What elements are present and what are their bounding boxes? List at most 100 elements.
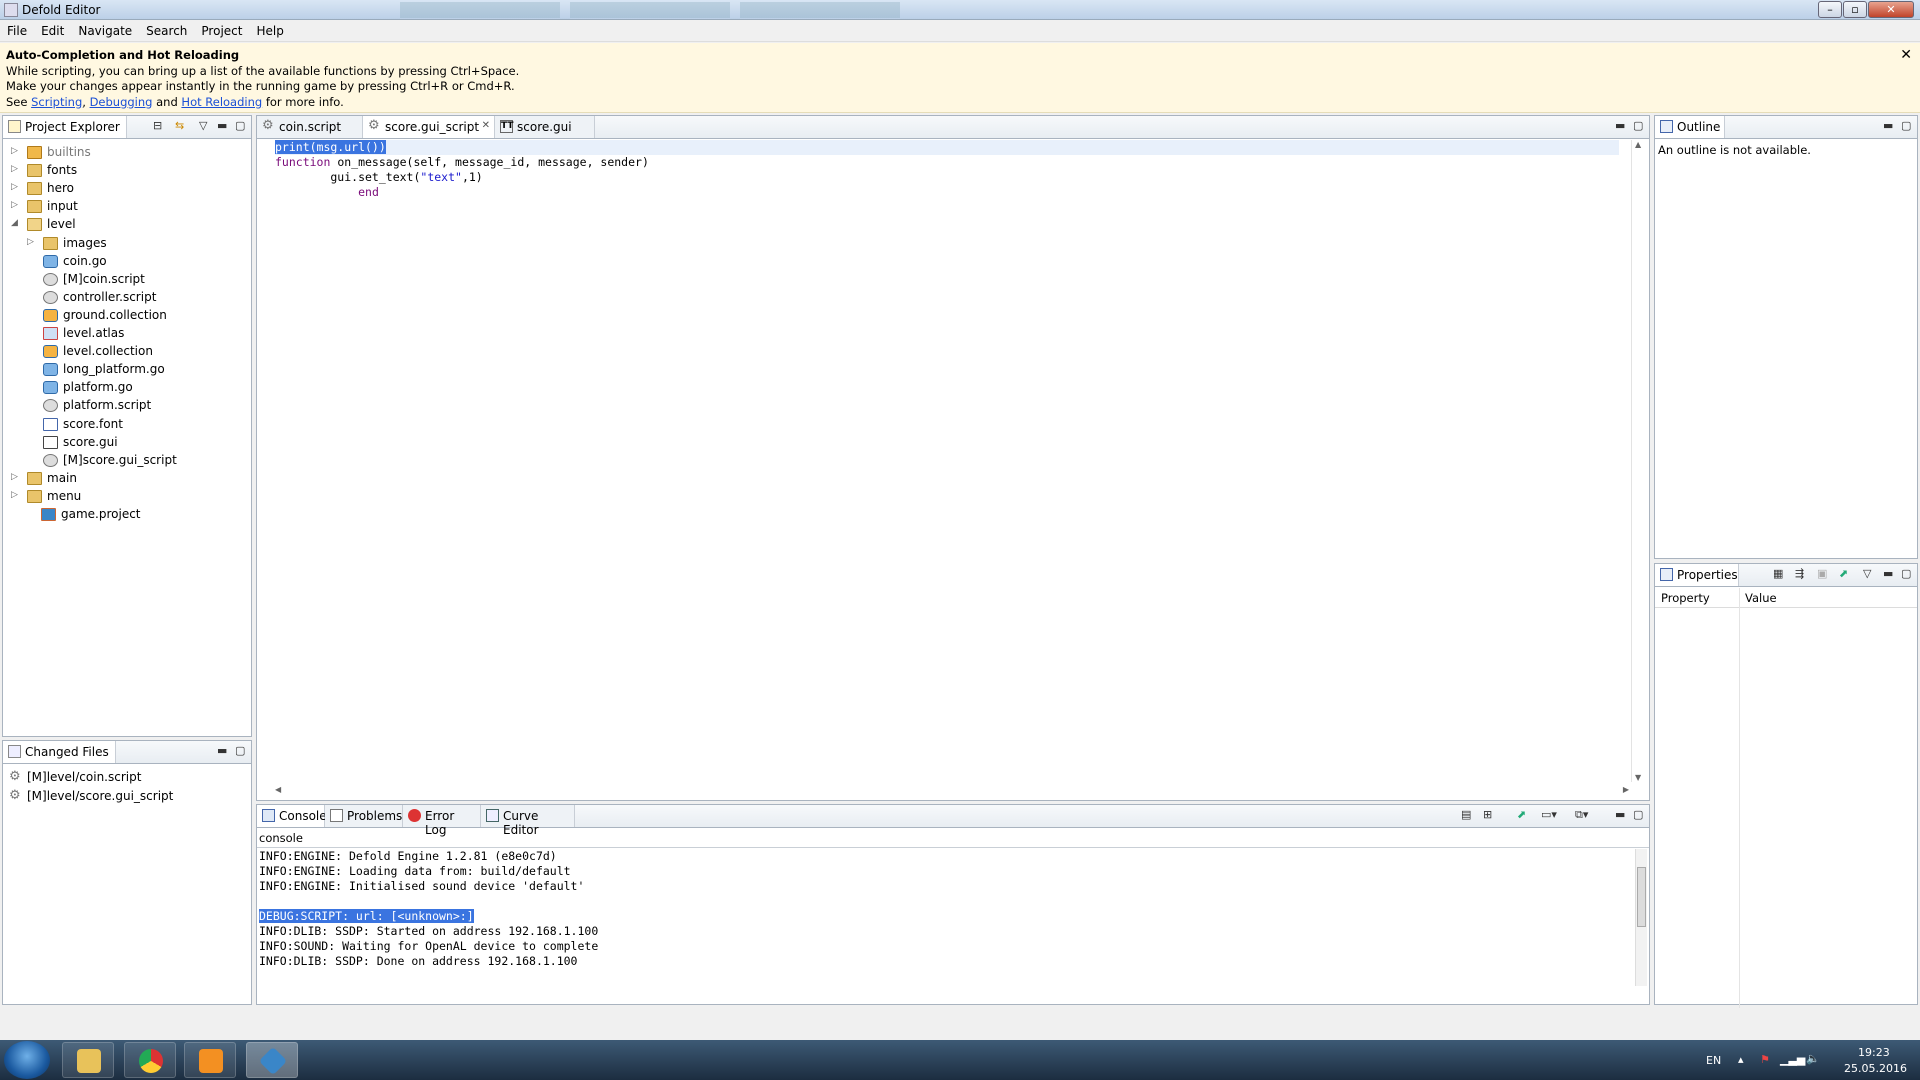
code-text: on_message(self, message_id, message, se… <box>330 155 649 169</box>
tab-curve-editor[interactable]: Curve Editor <box>481 805 575 837</box>
menu-edit[interactable]: Edit <box>34 20 71 38</box>
maximize-view-icon[interactable]: ▢ <box>235 744 245 757</box>
tab-outline[interactable]: Outline <box>1655 116 1725 138</box>
collapsed-arrow-icon[interactable]: ▷ <box>11 200 21 210</box>
close-banner-icon[interactable]: ✕ <box>1900 47 1912 64</box>
maximize-view-icon[interactable]: ▢ <box>1633 119 1643 132</box>
hot-reloading-link[interactable]: Hot Reloading <box>181 95 262 109</box>
game-object-icon <box>43 363 58 377</box>
maximize-view-icon[interactable]: ▢ <box>1901 119 1911 132</box>
console-vertical-scrollbar[interactable] <box>1635 849 1647 986</box>
tab-score-gui-script[interactable]: ⚙ score.gui_script ✕ <box>363 116 495 138</box>
open-console-icon[interactable]: ⧉▾ <box>1575 808 1588 822</box>
expanded-arrow-icon[interactable]: ◢ <box>11 218 21 228</box>
console-line: INFO:DLIB: SSDP: Done on address 192.168… <box>259 954 578 968</box>
folder-icon <box>77 1049 101 1073</box>
tab-project-explorer[interactable]: Project Explorer <box>3 116 127 138</box>
menu-project[interactable]: Project <box>194 20 249 38</box>
collapsed-arrow-icon[interactable]: ▷ <box>11 472 21 482</box>
network-icon[interactable]: ▁▃▅ <box>1780 1053 1805 1066</box>
scroll-right-icon[interactable]: ▶ <box>1623 785 1629 794</box>
show-hidden-icons-icon[interactable]: ▴ <box>1738 1053 1744 1066</box>
minimize-window-button[interactable]: – <box>1818 1 1842 18</box>
properties-title: Properties <box>1677 568 1738 582</box>
outline-empty-message: An outline is not available. <box>1658 143 1811 157</box>
tree-item-label: controller.script <box>63 289 157 304</box>
tab-changed-files[interactable]: Changed Files <box>3 741 116 763</box>
collapse-all-icon[interactable]: ⊟ <box>153 119 162 132</box>
scripting-link[interactable]: Scripting <box>31 95 82 109</box>
tab-score-gui[interactable]: TT score.gui <box>495 116 595 138</box>
collapsed-arrow-icon[interactable]: ▷ <box>27 237 37 247</box>
tree-item-label: menu <box>47 488 82 503</box>
minimize-view-icon[interactable]: ▬ <box>1883 567 1893 580</box>
start-button[interactable] <box>4 1041 50 1079</box>
menu-search[interactable]: Search <box>139 20 194 38</box>
maximize-view-icon[interactable]: ▢ <box>1901 567 1911 580</box>
tab-console[interactable]: Console <box>257 805 327 827</box>
action-center-flag-icon[interactable]: ⚑ <box>1760 1053 1770 1066</box>
clear-console-icon[interactable]: ▤ <box>1461 808 1471 821</box>
menu-file[interactable]: File <box>0 20 34 38</box>
scroll-down-icon[interactable]: ▼ <box>1635 773 1641 782</box>
close-window-button[interactable]: ✕ <box>1868 1 1914 18</box>
changed-file-label: [M]level/coin.script <box>27 770 142 784</box>
scroll-up-icon[interactable]: ▲ <box>1635 140 1641 149</box>
maximize-view-icon[interactable]: ▢ <box>1633 808 1643 821</box>
taskbar-chrome[interactable] <box>124 1042 176 1078</box>
minimize-view-icon[interactable]: ▬ <box>217 744 227 757</box>
show-advanced-icon[interactable]: ⇶ <box>1795 567 1804 580</box>
problems-icon <box>330 809 343 822</box>
collapsed-arrow-icon[interactable]: ▷ <box>11 146 21 156</box>
pin-console-icon[interactable]: ⬈ <box>1517 808 1526 821</box>
clock-time[interactable]: 19:23 <box>1858 1046 1890 1059</box>
minimize-view-icon[interactable]: ▬ <box>1883 119 1893 132</box>
code-line-4: end <box>275 185 1619 200</box>
selected-console-text: DEBUG:SCRIPT: url: [<unknown>:] <box>259 909 474 923</box>
minimize-view-icon[interactable]: ▬ <box>1615 808 1625 821</box>
collapsed-arrow-icon[interactable]: ▷ <box>11 182 21 192</box>
minimize-view-icon[interactable]: ▬ <box>1615 119 1625 132</box>
language-indicator[interactable]: EN <box>1706 1054 1721 1067</box>
menu-navigate[interactable]: Navigate <box>71 20 139 38</box>
clock-date[interactable]: 25.05.2016 <box>1844 1062 1907 1075</box>
maximize-view-icon[interactable]: ▢ <box>235 119 245 132</box>
tab-error-log[interactable]: Error Log <box>403 805 481 837</box>
view-menu-icon[interactable]: ▽ <box>1863 567 1871 580</box>
console-icon <box>262 809 275 822</box>
code-editor-panel: ⚙ coin.script ⚙ score.gui_script ✕ TT sc… <box>256 115 1650 801</box>
restore-default-icon[interactable]: ▣ <box>1817 567 1827 580</box>
tree-item-label: hero <box>47 181 74 196</box>
code-text-area[interactable]: print(msg.url()) function on_message(sel… <box>275 140 1619 782</box>
debugging-link[interactable]: Debugging <box>90 95 153 109</box>
collapsed-arrow-icon[interactable]: ▷ <box>11 490 21 500</box>
scroll-lock-icon[interactable]: ⊞ <box>1483 808 1492 821</box>
tab-coin-script[interactable]: ⚙ coin.script <box>257 116 363 138</box>
project-icon <box>41 508 56 521</box>
display-selected-console-icon[interactable]: ▭▾ <box>1541 808 1557 821</box>
volume-icon[interactable]: 🔈 <box>1806 1052 1820 1065</box>
show-categories-icon[interactable]: ▦ <box>1773 567 1783 580</box>
tab-problems[interactable]: Problems <box>325 805 403 827</box>
view-menu-icon[interactable]: ▽ <box>199 119 207 132</box>
menu-help[interactable]: Help <box>249 20 290 38</box>
code-line-1: print(msg.url()) <box>275 140 1619 155</box>
collapsed-arrow-icon[interactable]: ▷ <box>11 164 21 174</box>
tab-properties[interactable]: Properties <box>1655 564 1739 586</box>
error-log-icon <box>408 809 421 822</box>
close-tab-icon[interactable]: ✕ <box>482 120 490 131</box>
minimize-view-icon[interactable]: ▬ <box>217 119 227 132</box>
maximize-window-button[interactable]: ▫ <box>1843 1 1867 18</box>
taskbar-explorer[interactable] <box>62 1042 114 1078</box>
console-output[interactable]: INFO:ENGINE: Defold Engine 1.2.81 (e8e0c… <box>259 849 1635 986</box>
window-title: Defold Editor <box>22 3 101 17</box>
taskbar-defold[interactable] <box>246 1042 298 1078</box>
link-with-editor-icon[interactable]: ⇆ <box>175 119 184 132</box>
editor-vertical-scrollbar[interactable]: ▲ ▼ <box>1631 140 1645 782</box>
console-scroll-thumb[interactable] <box>1637 867 1646 927</box>
console-line: DEBUG:SCRIPT: url: [<unknown>:] <box>259 909 1635 924</box>
taskbar-media-player[interactable] <box>184 1042 236 1078</box>
editor-horizontal-scrollbar[interactable]: ◀ ▶ <box>275 784 1629 798</box>
scroll-left-icon[interactable]: ◀ <box>275 785 281 794</box>
pin-properties-icon[interactable]: ⬈ <box>1839 567 1848 580</box>
